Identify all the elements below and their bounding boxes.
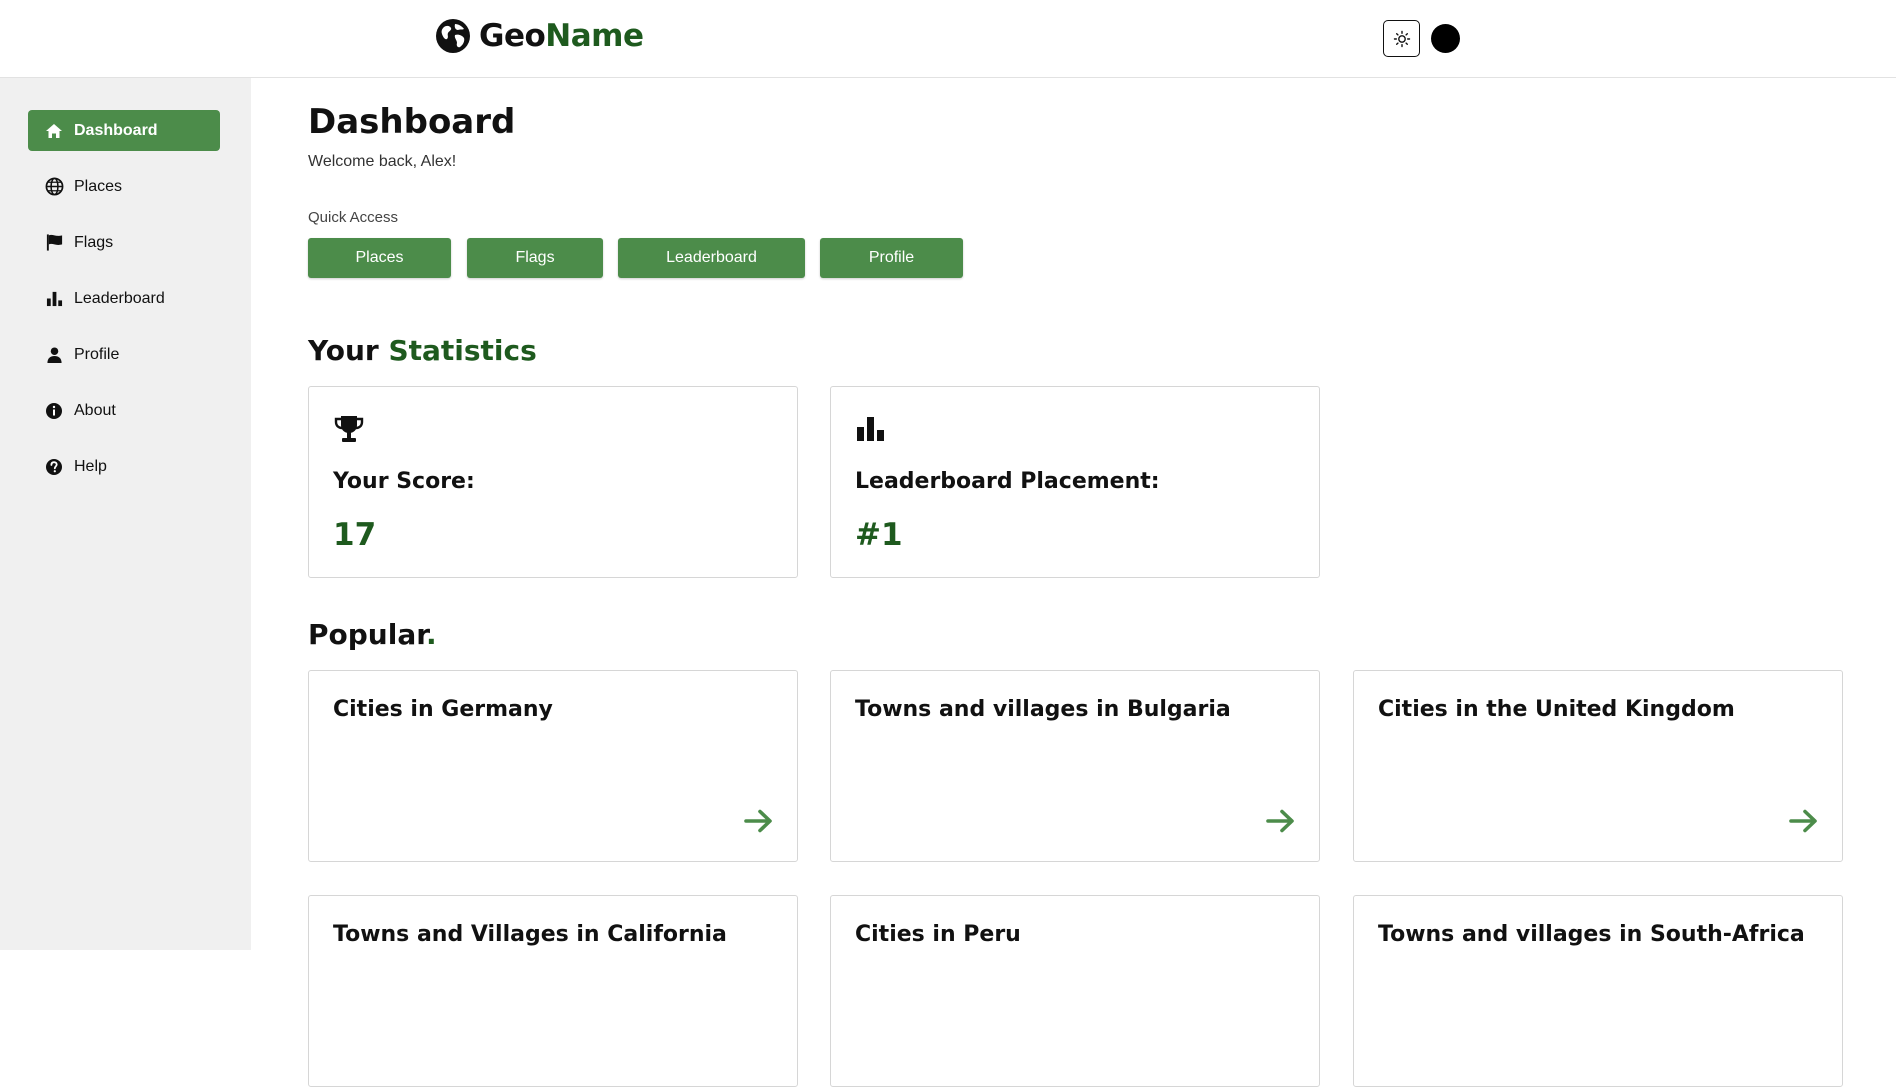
score-card: Your Score: 17 xyxy=(308,386,798,578)
sidebar-item-label: About xyxy=(74,401,116,419)
popular-title-text: Popular xyxy=(308,618,427,651)
quick-access-leaderboard-button[interactable]: Leaderboard xyxy=(618,238,805,278)
sidebar-item-label: Dashboard xyxy=(74,121,158,139)
sidebar-item-profile[interactable]: Profile xyxy=(28,334,220,375)
score-label: Your Score: xyxy=(333,469,475,494)
info-icon xyxy=(44,401,64,421)
sidebar-item-label: Leaderboard xyxy=(74,289,165,307)
quick-access-flags-button[interactable]: Flags xyxy=(467,238,603,278)
popular-card[interactable]: Towns and villages in Bulgaria xyxy=(830,670,1320,862)
theme-toggle-button[interactable] xyxy=(1383,20,1420,57)
popular-card[interactable]: Cities in Germany xyxy=(308,670,798,862)
globe-logo-icon xyxy=(436,19,470,53)
welcome-message: Welcome back, Alex! xyxy=(308,153,457,170)
home-icon xyxy=(44,121,64,141)
popular-title: Popular. xyxy=(308,618,437,651)
sidebar-item-label: Places xyxy=(74,177,123,195)
help-icon xyxy=(44,457,64,477)
globe-icon xyxy=(44,177,64,197)
sidebar-item-flags[interactable]: Flags xyxy=(28,222,220,263)
popular-card-title: Towns and villages in South-Africa xyxy=(1378,922,1805,947)
popular-card-title: Cities in Germany xyxy=(333,697,553,722)
brand-logo[interactable]: GeoName xyxy=(435,18,644,54)
quick-access-label: Quick Access xyxy=(308,209,399,226)
bar-chart-icon xyxy=(857,417,884,441)
brand-name: GeoName xyxy=(479,18,644,54)
score-value: 17 xyxy=(333,517,377,553)
user-icon xyxy=(44,345,64,365)
sidebar-item-about[interactable]: About xyxy=(28,390,220,431)
flag-icon xyxy=(44,233,64,253)
sun-icon xyxy=(1393,30,1410,47)
arrow-right-icon[interactable] xyxy=(1788,805,1820,837)
popular-card[interactable]: Cities in Peru xyxy=(830,895,1320,1087)
popular-card[interactable]: Towns and villages in South-Africa xyxy=(1353,895,1843,1087)
trophy-icon xyxy=(334,416,364,442)
sidebar-item-leaderboard[interactable]: Leaderboard xyxy=(28,278,220,319)
popular-card-title: Cities in Peru xyxy=(855,922,1021,947)
statistics-title-your: Your xyxy=(308,334,379,367)
quick-access-profile-button[interactable]: Profile xyxy=(820,238,963,278)
bar-chart-icon xyxy=(44,289,64,309)
popular-card-title: Cities in the United Kingdom xyxy=(1378,697,1735,722)
brand-name-geo: Geo xyxy=(479,18,546,54)
sidebar-item-help[interactable]: Help xyxy=(28,446,220,487)
arrow-right-icon[interactable] xyxy=(1265,805,1297,837)
sidebar-item-label: Profile xyxy=(74,345,120,363)
arrow-right-icon[interactable] xyxy=(743,805,775,837)
sidebar-item-dashboard[interactable]: Dashboard xyxy=(28,110,220,151)
statistics-title: Your Statistics xyxy=(308,334,537,367)
top-bar: GeoName xyxy=(0,0,1896,78)
popular-title-dot: . xyxy=(426,618,437,651)
page-title: Dashboard xyxy=(308,102,516,142)
brand-name-name: Name xyxy=(545,18,644,54)
sidebar-item-label: Flags xyxy=(74,233,114,251)
placement-label: Leaderboard Placement: xyxy=(855,469,1160,494)
popular-card-title: Towns and Villages in California xyxy=(333,922,727,947)
popular-card[interactable]: Cities in the United Kingdom xyxy=(1353,670,1843,862)
sidebar-item-places[interactable]: Places xyxy=(28,166,220,207)
sidebar: Dashboard Places Flags Leaderboard Profi… xyxy=(0,78,251,950)
avatar[interactable] xyxy=(1431,24,1460,53)
sidebar-item-label: Help xyxy=(74,457,107,475)
popular-card-title: Towns and villages in Bulgaria xyxy=(855,697,1231,722)
popular-card[interactable]: Towns and Villages in California xyxy=(308,895,798,1087)
leaderboard-placement-card: Leaderboard Placement: #1 xyxy=(830,386,1320,578)
quick-access-places-button[interactable]: Places xyxy=(308,238,451,278)
statistics-title-accent: Statistics xyxy=(388,334,537,367)
placement-value: #1 xyxy=(855,517,903,553)
